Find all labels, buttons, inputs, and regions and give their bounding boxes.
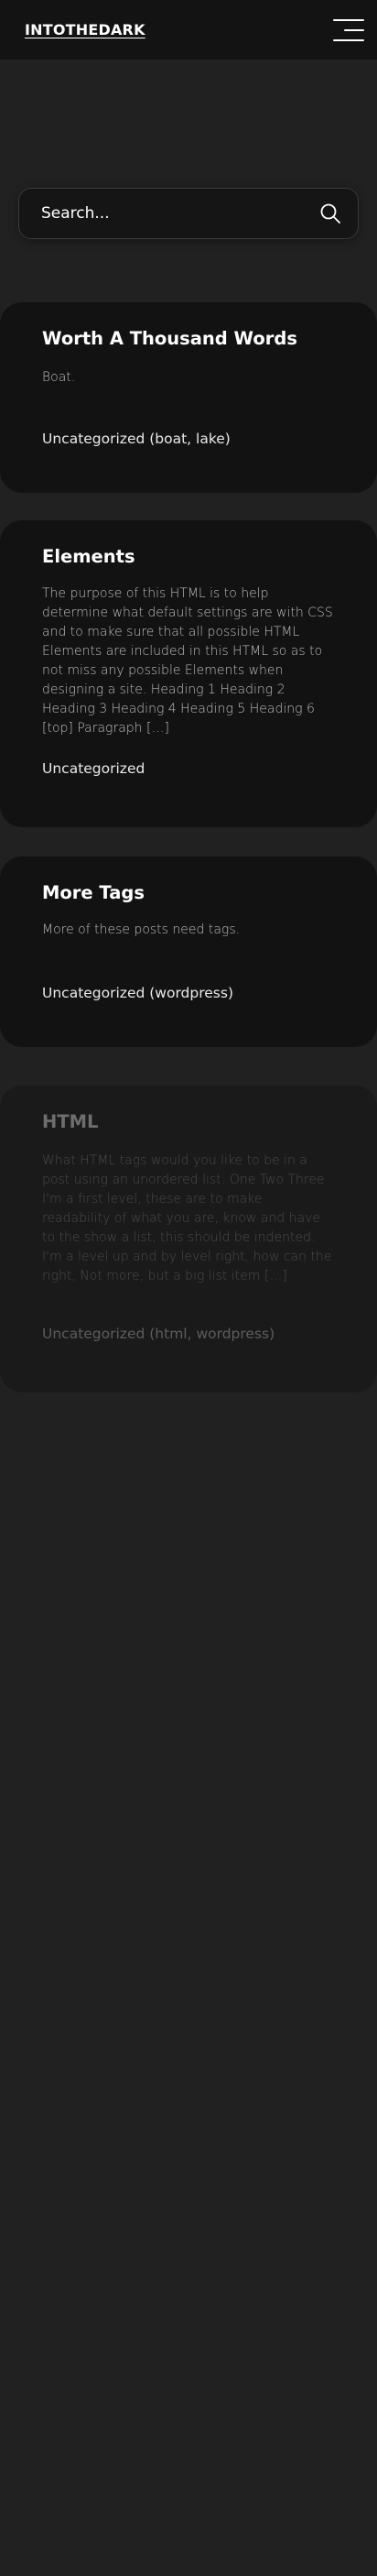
hamburger-icon-line [333, 38, 364, 41]
post-title[interactable]: More Tags [42, 882, 145, 903]
post-meta[interactable]: Uncategorized (html, wordpress) [42, 1326, 275, 1342]
search-input[interactable] [39, 203, 318, 224]
post-excerpt: Boat. [42, 370, 76, 385]
search-icon[interactable] [319, 202, 341, 224]
post-title[interactable]: Elements [42, 546, 135, 567]
post-excerpt: What HTML tags would you like to be in a… [42, 1153, 332, 1283]
post-card[interactable]: More Tags More of these posts need tags.… [0, 857, 377, 1047]
post-card[interactable]: Worth A Thousand Words Boat. Uncategoriz… [0, 302, 377, 493]
post-excerpt: More of these posts need tags. [42, 922, 241, 937]
post-card[interactable]: Elements The purpose of this HTML is to … [0, 520, 377, 827]
hamburger-icon-line [333, 18, 364, 21]
site-title-link[interactable]: INTOTHEDARK [25, 21, 145, 38]
site-header: INTOTHEDARK [0, 0, 377, 60]
post-meta[interactable]: Uncategorized (wordpress) [42, 985, 233, 1001]
search-box [18, 188, 359, 239]
post-title[interactable]: Worth A Thousand Words [42, 328, 297, 349]
post-meta[interactable]: Uncategorized [42, 760, 145, 777]
post-card[interactable]: HTML What HTML tags would you like to be… [0, 1086, 377, 1392]
post-title[interactable]: HTML [42, 1111, 98, 1132]
menu-toggle-button[interactable] [333, 18, 364, 41]
post-meta[interactable]: Uncategorized (boat, lake) [42, 431, 231, 447]
hamburger-icon-line [344, 28, 364, 31]
post-excerpt: The purpose of this HTML is to help dete… [42, 586, 333, 736]
